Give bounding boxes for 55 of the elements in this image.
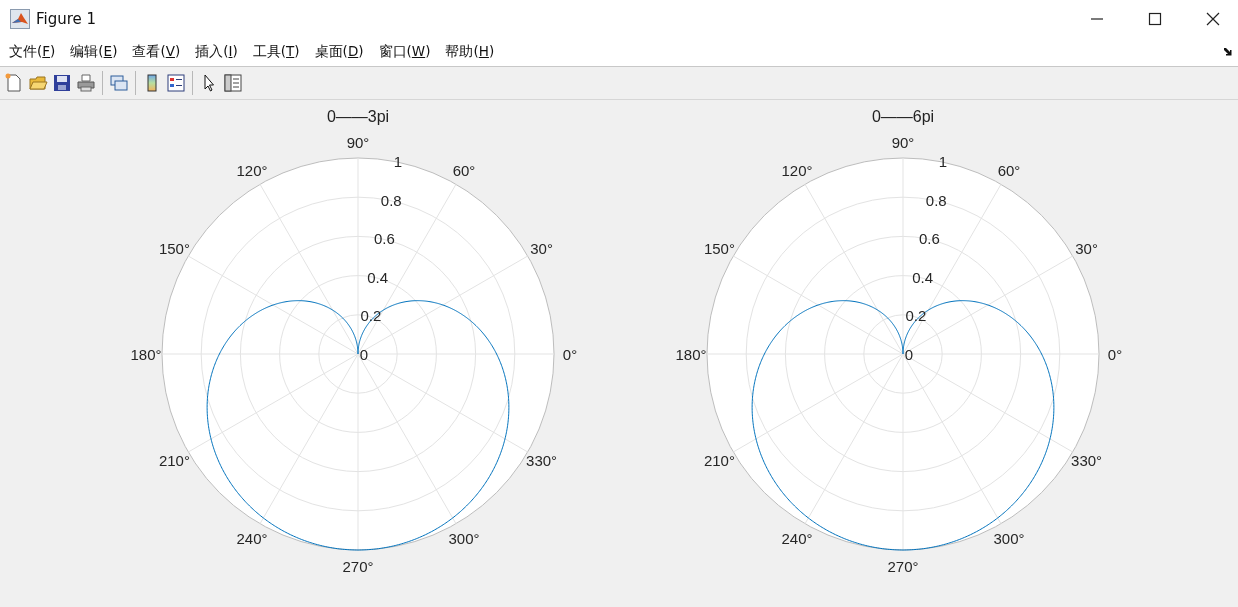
angle-label: 150° bbox=[703, 240, 735, 257]
angle-label: 30° bbox=[530, 240, 553, 257]
angle-label: 210° bbox=[158, 452, 190, 469]
radius-label: 0.6 bbox=[919, 230, 940, 248]
angle-label: 240° bbox=[781, 529, 813, 547]
menu-item[interactable]: 编辑(E) bbox=[70, 42, 118, 61]
angle-label: 90° bbox=[346, 134, 370, 151]
window-title: Figure 1 bbox=[36, 9, 97, 28]
angle-label: 0° bbox=[562, 346, 578, 363]
printer-icon[interactable] bbox=[76, 73, 96, 94]
app-logo-icon bbox=[10, 8, 30, 29]
angle-label: 120° bbox=[781, 162, 813, 180]
menu-item[interactable]: 文件(F) bbox=[9, 42, 56, 61]
angle-label: 330° bbox=[526, 452, 558, 469]
radius-label: 0 bbox=[904, 346, 914, 363]
maximize-icon[interactable] bbox=[1148, 11, 1162, 26]
angle-label: 270° bbox=[342, 558, 374, 575]
angle-label: 300° bbox=[448, 529, 480, 547]
legend-icon[interactable] bbox=[166, 73, 186, 94]
save-icon[interactable] bbox=[52, 73, 72, 94]
angle-label: 330° bbox=[1071, 452, 1103, 469]
angle-label: 150° bbox=[158, 240, 190, 257]
radius-label: 0 bbox=[359, 346, 369, 363]
angle-label: 60° bbox=[452, 162, 476, 180]
menu-item[interactable]: 工具(T) bbox=[252, 42, 300, 61]
angle-label: 180° bbox=[675, 346, 707, 363]
radius-label: 1 bbox=[938, 152, 948, 170]
radius-label: 0.8 bbox=[380, 191, 402, 209]
property-panel-icon[interactable] bbox=[223, 73, 243, 94]
linked-windows-icon[interactable] bbox=[109, 73, 129, 94]
angle-label: 0° bbox=[1107, 346, 1123, 363]
plot-title: 0——6pi bbox=[871, 108, 935, 125]
menu-item[interactable]: 帮助(H) bbox=[445, 42, 495, 61]
menu-item[interactable]: 桌面(D) bbox=[314, 42, 364, 61]
menu-item[interactable]: 插入(I) bbox=[195, 42, 238, 61]
radius-label: 0.6 bbox=[374, 230, 395, 248]
angle-label: 240° bbox=[236, 529, 268, 547]
dock-arrow-icon[interactable] bbox=[1223, 47, 1232, 57]
close-icon[interactable] bbox=[1206, 11, 1220, 26]
plot-title: 0——3pi bbox=[326, 108, 390, 125]
angle-label: 180° bbox=[130, 346, 162, 363]
angle-label: 30° bbox=[1075, 240, 1098, 257]
menu-item[interactable]: 窗口(W) bbox=[378, 42, 431, 61]
radius-label: 0.8 bbox=[925, 191, 947, 209]
radius-label: 0.4 bbox=[367, 268, 389, 286]
radius-label: 1 bbox=[393, 152, 403, 170]
angle-label: 300° bbox=[993, 529, 1025, 547]
angle-label: 210° bbox=[703, 452, 735, 469]
new-file-icon[interactable] bbox=[4, 73, 24, 94]
radius-label: 0.4 bbox=[912, 268, 934, 286]
angle-label: 120° bbox=[236, 162, 268, 180]
angle-label: 270° bbox=[887, 558, 919, 575]
angle-label: 90° bbox=[891, 134, 915, 151]
angle-label: 60° bbox=[997, 162, 1021, 180]
menu-item[interactable]: 查看(V) bbox=[132, 42, 181, 61]
